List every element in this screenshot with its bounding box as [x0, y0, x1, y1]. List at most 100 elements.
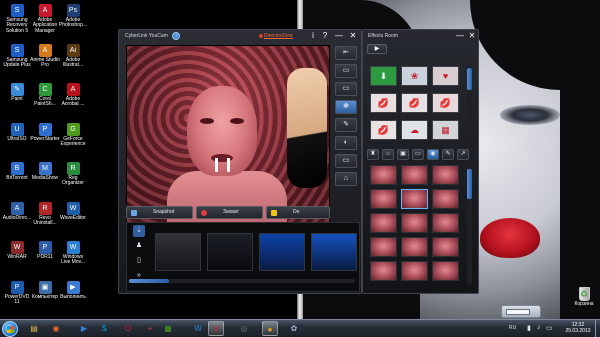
filmstrip-thumbnail[interactable] [311, 233, 357, 271]
close-button[interactable]: ✕ [348, 31, 358, 41]
filmstrip-nav-button[interactable]: ⇣ [133, 225, 145, 237]
effect-preview-thumbnail[interactable] [432, 237, 459, 257]
help-button[interactable]: ? [320, 31, 330, 41]
taskbar-skype-button[interactable]: S [96, 321, 112, 336]
taskbar-photos-button[interactable]: ▦ [160, 321, 176, 336]
desktop-icon[interactable]: A Anime Studio Pro [30, 43, 60, 69]
side-tool-button[interactable]: ⇤ [335, 46, 357, 60]
effect-tile[interactable]: 💋 [370, 93, 397, 113]
desktop-icon[interactable]: P PDR11 [30, 241, 60, 260]
effect-preview-thumbnail[interactable] [370, 261, 397, 281]
start-button[interactable] [2, 321, 18, 337]
effect-tile[interactable]: 💋 [432, 93, 459, 113]
effect-tile[interactable]: ❀ [401, 66, 428, 86]
desktop-icon[interactable]: A Adobe Application Manager [30, 4, 60, 34]
desktop-icon[interactable]: S Samsung Update Plus [2, 43, 32, 69]
taskbar-firefox-button[interactable]: ◉ [48, 321, 64, 336]
side-tool-button[interactable]: ▭ [335, 82, 357, 96]
desktop-icon[interactable]: U UltraISO [2, 122, 32, 142]
desktop-icon[interactable]: W WinRAR [2, 241, 32, 260]
desktop-icon[interactable]: Ai Adobe Illustrat... [58, 43, 88, 69]
clock[interactable]: 12:32 25.03.2013 [562, 322, 594, 334]
desktop-icon[interactable]: P PowerStarter [30, 122, 60, 142]
taskbar-app-button[interactable]: ✿ [286, 321, 302, 336]
effect-category-tab[interactable]: ↗ [457, 149, 469, 160]
volume-icon[interactable]: ♪ [537, 324, 541, 331]
effect-preview-thumbnail[interactable] [432, 261, 459, 281]
desktop-icon[interactable]: M MediaShow [30, 162, 60, 181]
effect-category-tab[interactable]: ⌂ [382, 149, 394, 160]
effect-category-tab[interactable]: ▣ [397, 149, 409, 160]
desktop-icon[interactable]: C Corel PaintSh... [30, 83, 60, 108]
minimize-button[interactable]: — [334, 31, 344, 41]
taskbar-windows-live-button[interactable]: W [190, 321, 206, 336]
effect-preview-thumbnail[interactable] [401, 165, 428, 185]
desktop-icon[interactable]: A AudioDirec... [2, 201, 32, 221]
effect-category-tab[interactable]: ✎ [442, 149, 454, 160]
effect-preview-thumbnail[interactable] [401, 261, 428, 281]
desktop-icon[interactable]: ✎ Paint [2, 83, 32, 102]
effect-preview-thumbnail[interactable] [370, 237, 397, 257]
side-tool-button[interactable]: ◐ [335, 136, 357, 150]
filmstrip-scrollbar[interactable] [129, 279, 355, 283]
directorzone-link[interactable]: DirectorZone [264, 33, 293, 39]
snapshot-button[interactable]: Snapshot [126, 206, 193, 219]
filmstrip-thumbnail[interactable] [155, 233, 201, 271]
effect-preview-thumbnail[interactable] [432, 189, 459, 209]
minimize-button[interactable]: — [455, 31, 465, 41]
effect-category-tab[interactable]: ▭ [412, 149, 424, 160]
recycle-bin[interactable]: ♻ Корзина [569, 287, 599, 315]
desktop-icon[interactable]: ▣ Компьютер [30, 280, 60, 300]
desktop-icon[interactable]: R Revo Uninstall... [30, 201, 60, 227]
side-tool-button[interactable]: ⌂ [335, 172, 357, 186]
taskbar-youcam-button[interactable]: ● [262, 321, 278, 336]
effect-tile[interactable]: ♥ [432, 66, 459, 86]
language-indicator[interactable]: RU [509, 325, 516, 331]
desktop-icon[interactable]: R Reg Organizer [58, 162, 88, 187]
effect-preview-thumbnail[interactable] [432, 165, 459, 185]
third-action-button[interactable]: De [266, 206, 330, 219]
show-desktop-button[interactable] [595, 320, 600, 337]
effect-preview-thumbnail[interactable] [432, 213, 459, 233]
effect-preview-scrollbar[interactable] [467, 167, 472, 285]
effect-tile[interactable]: 💋 [401, 93, 428, 113]
filmstrip-nav-button[interactable]: ▯ [133, 255, 145, 267]
network-icon[interactable]: ▮ [527, 324, 531, 332]
desktop-icon[interactable]: W Windows Live Mov... [58, 241, 88, 266]
effect-tile[interactable]: ☁ [401, 120, 428, 140]
taskbar-explorer-button[interactable]: ▤ [26, 321, 42, 336]
effect-preview-thumbnail[interactable] [401, 189, 428, 209]
filmstrip-thumbnail[interactable] [207, 233, 253, 271]
effect-tile[interactable]: ⬇ [370, 66, 397, 86]
desktop-gadget[interactable] [501, 305, 541, 318]
effect-preview-thumbnail[interactable] [370, 165, 397, 185]
taskbar-browser-button[interactable]: ◎ [236, 321, 252, 336]
effect-scrollbar[interactable] [467, 66, 472, 146]
desktop-icon[interactable]: A Adobe Acrobat ... [58, 83, 88, 108]
youcam-titlebar[interactable]: CyberLink YouCam i DirectorZone i ? — ✕ [119, 30, 361, 43]
category-dropdown[interactable]: ▶ [367, 44, 387, 54]
desktop-icon[interactable]: B BitTorrent [2, 162, 32, 181]
effect-category-tab[interactable]: ◉ [427, 149, 439, 160]
close-button[interactable]: ✕ [467, 31, 477, 41]
taskbar-virtual-button[interactable]: V [208, 321, 224, 336]
desktop-icon[interactable]: S Samsung Recovery Solution 5 [2, 4, 32, 34]
side-tool-button[interactable]: ❃ [335, 100, 357, 114]
effect-tile[interactable]: 💋 [370, 120, 397, 140]
effect-preview-thumbnail[interactable] [401, 237, 428, 257]
filmstrip-nav-button[interactable]: ♟ [133, 240, 145, 252]
side-tool-button[interactable]: ▭ [335, 154, 357, 168]
effect-preview-thumbnail[interactable] [370, 189, 397, 209]
effect-preview-thumbnail[interactable] [401, 213, 428, 233]
desktop-icon[interactable]: ▶ Выполнить [58, 280, 88, 300]
info-icon[interactable]: i [172, 32, 180, 40]
effect-category-tab[interactable]: ♜ [367, 149, 379, 160]
taskbar-windows-media-button[interactable]: ▶ [76, 321, 92, 336]
taskbar-opera-button[interactable]: O [120, 321, 136, 336]
battery-icon[interactable]: ▭ [546, 324, 553, 332]
taskbar-add-button[interactable]: + [142, 321, 158, 336]
info-button[interactable]: i [308, 31, 318, 41]
effect-tile[interactable]: ▦ [432, 120, 459, 140]
desktop-icon[interactable]: Ps Adobe Photoshop... [58, 4, 88, 29]
record-button[interactable]: Захват [196, 206, 263, 219]
